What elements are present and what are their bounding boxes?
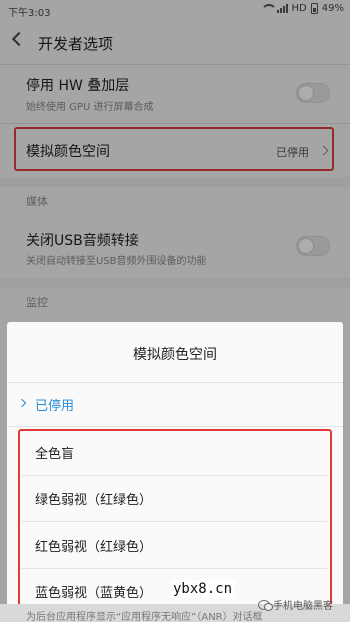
option-selected[interactable]: 已停用 bbox=[35, 395, 74, 414]
brand-name: 手机电脑黑客 bbox=[273, 601, 333, 612]
check-icon bbox=[17, 398, 27, 408]
wechat-icon bbox=[258, 599, 273, 611]
sheet-title: 模拟颜色空间 bbox=[133, 347, 217, 363]
sheet-divider bbox=[7, 382, 343, 383]
sheet-divider bbox=[7, 426, 343, 427]
anr-description: 为后台应用程序显示“应用程序无响应”（ANR）对话框 bbox=[26, 612, 263, 622]
brand-watermark: 手机电脑黑客 bbox=[258, 597, 333, 612]
site-watermark: ybx8.cn bbox=[170, 580, 236, 598]
color-space-sheet: 模拟颜色空间 已停用 全色盲 绿色弱视（红绿色） 红色弱视（红绿色） 蓝色弱视（… bbox=[7, 322, 343, 622]
